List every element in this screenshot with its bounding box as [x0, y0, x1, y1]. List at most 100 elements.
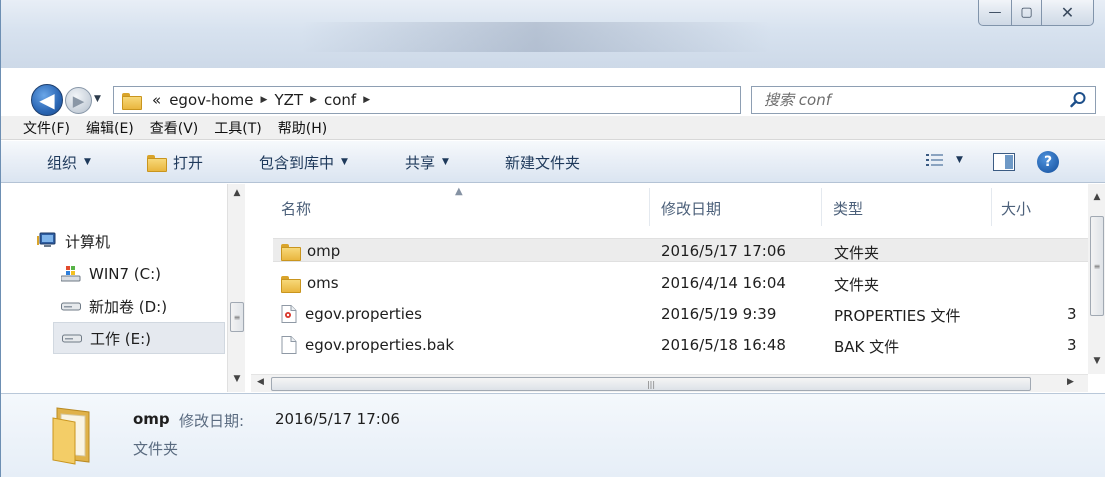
- details-date-value: 2016/5/17 17:06: [275, 410, 400, 428]
- scroll-up-icon[interactable]: ▲: [1088, 192, 1105, 202]
- large-folder-icon: [52, 407, 90, 465]
- search-box[interactable]: [751, 86, 1096, 114]
- minimize-button[interactable]: —: [978, 0, 1012, 26]
- menu-edit[interactable]: 编辑(E): [86, 118, 134, 138]
- file-type: 文件夹: [834, 244, 880, 262]
- explorer-window: — ▢ ✕ ◀ ▶ ▼ « egov-home ▶ YZT ▶ conf ▶ ▼…: [0, 0, 1105, 477]
- file-list-vertical-scrollbar[interactable]: ▲ ≡ ▼: [1088, 184, 1105, 374]
- file-list-horizontal-scrollbar[interactable]: ◀ ||| ▶: [251, 374, 1088, 392]
- column-header-type[interactable]: 类型: [833, 198, 863, 219]
- close-button[interactable]: ✕: [1042, 0, 1094, 26]
- title-bar[interactable]: — ▢ ✕: [1, 0, 1105, 68]
- scroll-thumb[interactable]: |||: [271, 377, 1031, 391]
- column-divider[interactable]: [991, 188, 992, 226]
- help-button[interactable]: ?: [1037, 151, 1059, 173]
- preview-pane-button[interactable]: [993, 153, 1015, 171]
- view-list-icon: [926, 154, 943, 166]
- search-input[interactable]: [752, 87, 1052, 113]
- breadcrumb-separator-icon[interactable]: ▶: [307, 95, 320, 105]
- file-date: 2016/5/19 9:39: [661, 305, 777, 323]
- file-date: 2016/5/17 17:06: [661, 242, 786, 260]
- file-type: BAK 文件: [834, 338, 900, 356]
- details-item-type: 文件夹: [133, 440, 179, 458]
- back-button[interactable]: ◀: [31, 84, 63, 116]
- file-row-oms[interactable]: oms 2016/4/14 16:04 文件夹: [273, 271, 1088, 295]
- new-folder-button[interactable]: 新建文件夹: [505, 141, 580, 183]
- address-bar[interactable]: « egov-home ▶ YZT ▶ conf ▶ ▼ ⇆: [113, 86, 833, 114]
- computer-icon: [37, 232, 56, 247]
- open-button[interactable]: 打开: [147, 141, 203, 183]
- include-in-library-button[interactable]: 包含到库中 ▼: [259, 141, 348, 183]
- details-date-label: 修改日期:: [179, 412, 245, 430]
- organize-button[interactable]: 组织 ▼: [47, 141, 91, 183]
- column-divider[interactable]: [821, 188, 822, 226]
- file-type: 文件夹: [834, 276, 880, 294]
- breadcrumb-separator-icon[interactable]: ▶: [258, 95, 271, 105]
- search-icon[interactable]: [1069, 91, 1087, 109]
- sort-ascending-icon: ▲: [455, 186, 463, 197]
- folder-icon: [281, 275, 301, 293]
- column-header-size[interactable]: 大小: [1001, 198, 1031, 219]
- scroll-right-icon[interactable]: ▶: [1067, 377, 1074, 387]
- file-list[interactable]: ▲ 名称 修改日期 类型 大小 omp 2016/5/17 17:06 文件夹 …: [251, 184, 1088, 374]
- breadcrumb-separator-icon[interactable]: ▶: [360, 95, 373, 105]
- include-label: 包含到库中: [259, 153, 335, 172]
- file-size: 3: [1067, 336, 1077, 354]
- scroll-left-icon[interactable]: ◀: [257, 377, 264, 387]
- scroll-thumb[interactable]: ≡: [1090, 216, 1104, 316]
- file-type: PROPERTIES 文件: [834, 307, 961, 325]
- blank-file-icon: [281, 336, 297, 354]
- file-name-cell: omp: [281, 242, 341, 261]
- tree-item-computer[interactable]: 计算机: [37, 225, 110, 257]
- breadcrumb-item-yzt[interactable]: YZT: [270, 91, 307, 109]
- menu-tools[interactable]: 工具(T): [214, 118, 261, 138]
- breadcrumb-item-egov-home[interactable]: egov-home: [165, 91, 257, 109]
- file-name-cell: oms: [281, 274, 339, 293]
- column-divider[interactable]: [649, 188, 650, 226]
- change-view-button[interactable]: ▼: [926, 153, 963, 167]
- file-name: egov.properties: [305, 305, 422, 323]
- folder-icon: [281, 243, 301, 261]
- system-drive-icon: [61, 266, 81, 282]
- file-name: egov.properties.bak: [305, 336, 455, 354]
- navigation-scrollbar[interactable]: ▲ ≡ ▼: [227, 184, 245, 392]
- menu-help[interactable]: 帮助(H): [278, 118, 327, 138]
- properties-file-icon: [281, 305, 297, 323]
- scroll-down-icon[interactable]: ▼: [1088, 356, 1105, 366]
- forward-button[interactable]: ▶: [65, 87, 92, 114]
- share-label: 共享: [405, 153, 436, 172]
- maximize-button[interactable]: ▢: [1012, 0, 1042, 26]
- file-size: 3: [1067, 305, 1077, 323]
- file-date: 2016/4/14 16:04: [661, 274, 786, 292]
- chevron-down-icon: ▼: [956, 155, 963, 165]
- chevron-down-icon: ▼: [442, 157, 449, 167]
- file-row-egov-properties[interactable]: egov.properties 2016/5/19 9:39 PROPERTIE…: [273, 302, 1088, 326]
- title-bar-blur: [301, 22, 771, 52]
- breadcrumb-item-conf[interactable]: conf: [320, 91, 360, 109]
- chevron-down-icon: ▼: [341, 157, 348, 167]
- scroll-up-icon[interactable]: ▲: [228, 188, 246, 204]
- file-row-omp[interactable]: omp 2016/5/17 17:06 文件夹: [273, 238, 1088, 262]
- tree-item-drive-e[interactable]: 工作 (E:): [53, 322, 225, 354]
- tree-item-drive-d[interactable]: 新加卷 (D:): [61, 290, 167, 322]
- menu-view[interactable]: 查看(V): [150, 118, 199, 138]
- command-bar: 组织 ▼ 打开 包含到库中 ▼ 共享 ▼ 新建文件夹 ▼ ?: [1, 141, 1105, 183]
- column-header-name[interactable]: 名称: [281, 198, 311, 219]
- share-button[interactable]: 共享 ▼: [405, 141, 449, 183]
- open-label: 打开: [173, 153, 204, 172]
- breadcrumb-overflow[interactable]: «: [148, 91, 165, 109]
- file-row-egov-properties-bak[interactable]: egov.properties.bak 2016/5/18 16:48 BAK …: [273, 333, 1088, 357]
- details-pane: omp 修改日期: 2016/5/17 17:06 文件夹: [1, 393, 1105, 477]
- file-name-cell: egov.properties: [281, 305, 422, 323]
- chevron-down-icon: ▼: [84, 157, 91, 167]
- recent-pages-chevron-icon[interactable]: ▼: [94, 94, 106, 106]
- tree-label-drive-c: WIN7 (C:): [89, 265, 162, 283]
- column-header-row: ▲ 名称 修改日期 类型 大小: [251, 184, 1088, 228]
- scroll-down-icon[interactable]: ▼: [228, 374, 246, 390]
- menu-file[interactable]: 文件(F): [23, 118, 70, 138]
- file-name: omp: [307, 242, 341, 260]
- tree-item-drive-c[interactable]: WIN7 (C:): [61, 258, 161, 290]
- tree-label-drive-e: 工作 (E:): [90, 329, 152, 348]
- column-header-date[interactable]: 修改日期: [661, 198, 721, 219]
- scroll-thumb[interactable]: ≡: [230, 302, 244, 332]
